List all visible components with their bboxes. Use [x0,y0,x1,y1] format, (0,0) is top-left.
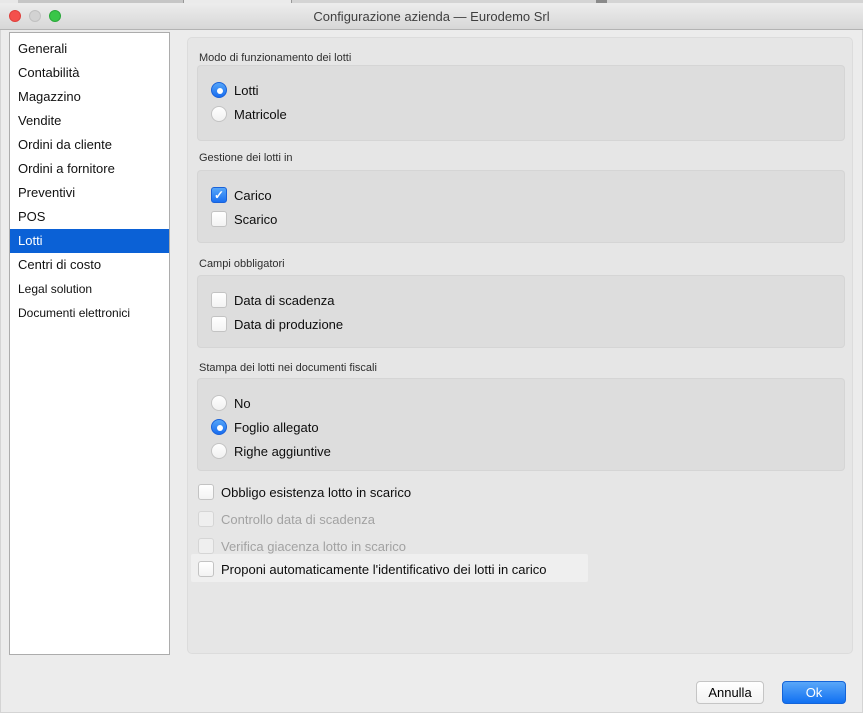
minimize-icon [29,10,41,22]
radio-label[interactable]: Matricole [234,107,287,122]
checkbox-label[interactable]: Data di scadenza [234,293,334,308]
ok-button[interactable]: Ok [782,681,846,704]
checkbox-label[interactable]: Scarico [234,212,277,227]
section-label-campi-obbligatori: Campi obbligatori [199,258,285,270]
sidebar-item-preventivi[interactable]: Preventivi [10,181,169,205]
radio-button-icon[interactable] [211,106,227,122]
traffic-lights [9,3,61,29]
sidebar-item-vendite[interactable]: Vendite [10,109,169,133]
checkbox-option-controllo-data-scadenza: Controllo data di scadenza [198,506,375,532]
sidebar-item-pos[interactable]: POS [10,205,169,229]
sidebar-item-contabilita[interactable]: Contabilità [10,61,169,85]
title-bar: Configurazione azienda — Eurodemo Srl [0,3,863,30]
groupbox-stampa-lotti: No Foglio allegato Righe aggiuntive [197,378,845,471]
sidebar-item-ordini-a-fornitore[interactable]: Ordini a fornitore [10,157,169,181]
checkbox-label[interactable]: Data di produzione [234,317,343,332]
checkbox-option-carico[interactable]: Carico [211,183,844,207]
checkbox-icon[interactable] [211,211,227,227]
checkbox-icon[interactable] [198,484,214,500]
checkbox-option-scarico[interactable]: Scarico [211,207,844,231]
sidebar-item-centri-di-costo[interactable]: Centri di costo [10,253,169,277]
checkbox-label[interactable]: Proponi automaticamente l'identificativo… [221,562,546,577]
section-label-gestione-lotti: Gestione dei lotti in [199,152,293,164]
checkbox-label: Verifica giacenza lotto in scarico [221,539,406,554]
radio-option-no[interactable]: No [211,391,844,415]
groupbox-campi-obbligatori: Data di scadenza Data di produzione [197,275,845,348]
groupbox-modo-funzionamento: Lotti Matricole [197,65,845,141]
radio-button-icon[interactable] [211,82,227,98]
radio-option-lotti[interactable]: Lotti [211,78,844,102]
radio-label[interactable]: Lotti [234,83,259,98]
checkbox-label: Controllo data di scadenza [221,512,375,527]
checkbox-label[interactable]: Carico [234,188,272,203]
settings-category-list: Generali Contabilità Magazzino Vendite O… [9,32,170,655]
section-label-stampa-lotti: Stampa dei lotti nei documenti fiscali [199,362,377,374]
cancel-button[interactable]: Annulla [696,681,764,704]
sidebar-item-magazzino[interactable]: Magazzino [10,85,169,109]
close-icon[interactable] [9,10,21,22]
radio-option-foglio-allegato[interactable]: Foglio allegato [211,415,844,439]
radio-button-icon[interactable] [211,419,227,435]
window-title: Configurazione azienda — Eurodemo Srl [313,9,549,24]
checkbox-icon[interactable] [211,316,227,332]
radio-option-righe-aggiuntive[interactable]: Righe aggiuntive [211,439,844,463]
checkbox-option-data-scadenza[interactable]: Data di scadenza [211,288,844,312]
app-window: Configurazione azienda — Eurodemo Srl Ge… [0,0,863,713]
sidebar-item-generali[interactable]: Generali [10,37,169,61]
radio-button-icon[interactable] [211,443,227,459]
radio-label[interactable]: Foglio allegato [234,420,319,435]
checkbox-icon[interactable] [198,561,214,577]
checkbox-option-proponi-identificativo[interactable]: Proponi automaticamente l'identificativo… [198,556,546,582]
radio-label[interactable]: Righe aggiuntive [234,444,331,459]
radio-label[interactable]: No [234,396,251,411]
radio-button-icon[interactable] [211,395,227,411]
sidebar-item-legal-solution[interactable]: Legal solution [10,277,169,301]
checkbox-icon [198,538,214,554]
checkbox-icon [198,511,214,527]
lotti-settings-panel: Modo di funzionamento dei lotti Lotti Ma… [187,37,853,654]
sidebar-item-documenti-elettronici[interactable]: Documenti elettronici [10,301,169,325]
zoom-icon[interactable] [49,10,61,22]
sidebar-item-lotti[interactable]: Lotti [10,229,169,253]
checkbox-option-data-produzione[interactable]: Data di produzione [211,312,844,336]
checkbox-label[interactable]: Obbligo esistenza lotto in scarico [221,485,411,500]
sidebar-item-ordini-da-cliente[interactable]: Ordini da cliente [10,133,169,157]
section-label-modo-funzionamento: Modo di funzionamento dei lotti [199,52,351,64]
radio-option-matricole[interactable]: Matricole [211,102,844,126]
checkbox-option-obbligo-esistenza[interactable]: Obbligo esistenza lotto in scarico [198,479,411,505]
checkbox-icon[interactable] [211,187,227,203]
checkbox-icon[interactable] [211,292,227,308]
groupbox-gestione-lotti: Carico Scarico [197,170,845,243]
